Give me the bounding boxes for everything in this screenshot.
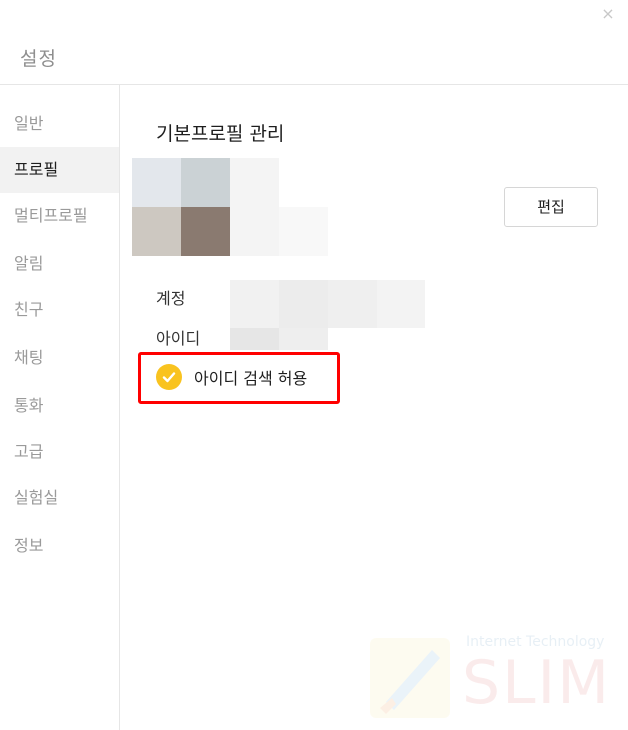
account-value-blurred xyxy=(328,280,377,328)
profile-image-tile xyxy=(230,158,279,207)
account-label: 계정 xyxy=(156,289,186,308)
id-label: 아이디 xyxy=(156,329,201,348)
watermark: Internet Technology SLIM xyxy=(366,632,616,722)
settings-sidebar: 일반 프로필 멀티프로필 알림 친구 채팅 통화 고급 실험실 정보 xyxy=(0,85,120,730)
allow-id-search-checkbox[interactable]: 아이디 검색 허용 xyxy=(156,364,307,390)
sidebar-item-multiprofile[interactable]: 멀티프로필 xyxy=(0,193,119,239)
account-value-blurred xyxy=(377,280,425,328)
section-title: 기본프로필 관리 xyxy=(156,123,285,145)
rocket-icon xyxy=(370,638,450,718)
account-value-blurred xyxy=(279,280,328,328)
settings-window: × 설정 일반 프로필 멀티프로필 알림 친구 채팅 통화 고급 실험실 정보 … xyxy=(0,0,628,730)
window-title: 설정 xyxy=(20,48,57,70)
profile-image[interactable] xyxy=(132,158,328,256)
watermark-title: SLIM xyxy=(462,648,611,718)
account-value-blurred xyxy=(230,280,279,328)
id-value-blurred xyxy=(230,328,279,350)
profile-image-tile xyxy=(230,207,279,256)
profile-image-tile xyxy=(279,207,328,256)
sidebar-item-info[interactable]: 정보 xyxy=(0,523,119,569)
sidebar-item-notifications[interactable]: 알림 xyxy=(0,241,119,287)
sidebar-item-calls[interactable]: 통화 xyxy=(0,383,119,429)
sidebar-item-chats[interactable]: 채팅 xyxy=(0,335,119,381)
profile-image-tile xyxy=(132,207,181,256)
edit-button[interactable]: 편집 xyxy=(504,187,598,227)
title-bar: 설정 xyxy=(0,0,628,85)
sidebar-item-profile[interactable]: 프로필 xyxy=(0,147,119,193)
profile-image-tile xyxy=(132,158,181,207)
sidebar-item-friends[interactable]: 친구 xyxy=(0,287,119,333)
allow-id-search-label: 아이디 검색 허용 xyxy=(194,369,308,388)
check-icon xyxy=(156,364,182,390)
profile-image-tile xyxy=(181,158,230,207)
id-value-blurred xyxy=(279,328,328,350)
sidebar-item-advanced[interactable]: 고급 xyxy=(0,429,119,475)
sidebar-item-labs[interactable]: 실험실 xyxy=(0,475,119,521)
sidebar-item-general[interactable]: 일반 xyxy=(0,101,119,147)
profile-image-tile xyxy=(181,207,230,256)
